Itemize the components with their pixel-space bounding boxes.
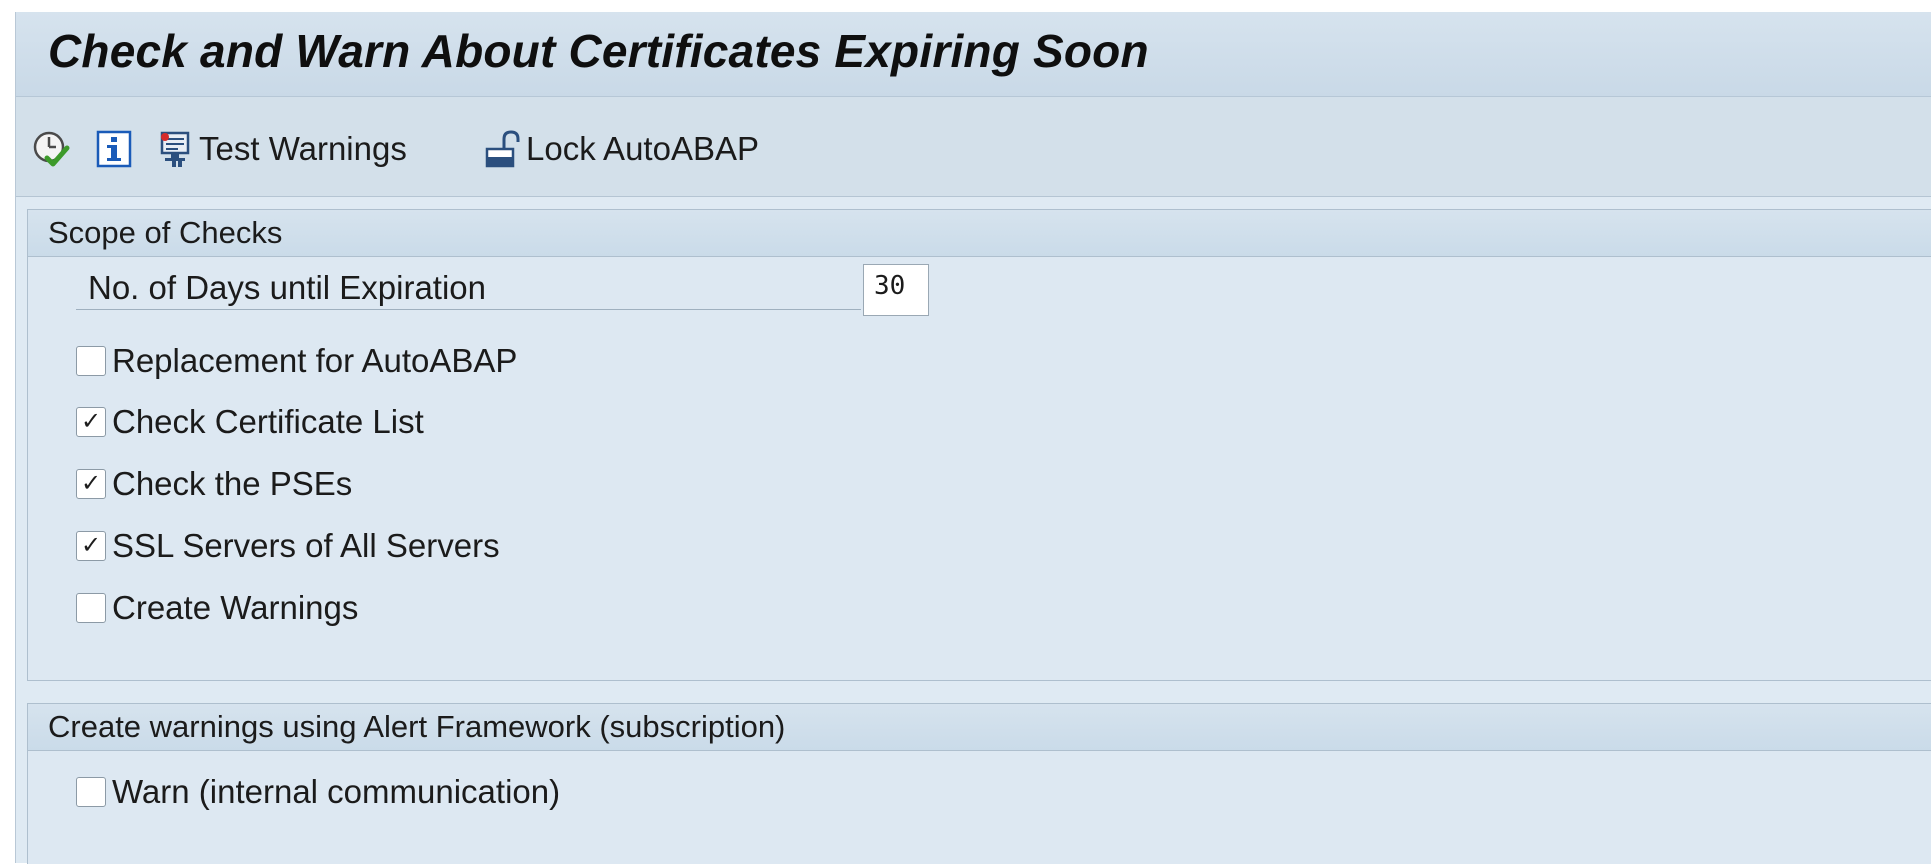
checkbox-row-create-warnings[interactable]: Create Warnings <box>76 588 358 628</box>
group-scope-of-checks: Scope of Checks No. of Days until Expira… <box>27 209 1931 681</box>
application-toolbar: Test Warnings Lock AutoABAP <box>16 97 1931 197</box>
monitor-warning-icon <box>156 129 196 169</box>
checkbox-label: Check Certificate List <box>112 403 424 440</box>
info-button[interactable] <box>94 129 134 169</box>
sap-screen: Check and Warn About Certificates Expiri… <box>15 12 1931 864</box>
checkbox-row-warn-internal[interactable]: Warn (internal communication) <box>76 772 560 812</box>
checkbox-row-replacement-autoabap[interactable]: Replacement for AutoABAP <box>76 341 517 381</box>
test-warnings-button[interactable]: Test Warnings <box>156 129 407 169</box>
checkbox-label: Warn (internal communication) <box>112 773 561 810</box>
group-header-alert: Create warnings using Alert Framework (s… <box>28 704 1931 751</box>
days-until-expiration-input[interactable]: 30 <box>863 264 929 316</box>
checkbox-label: Create Warnings <box>112 589 359 626</box>
padlock-open-icon <box>484 129 524 169</box>
group-header-scope: Scope of Checks <box>28 210 1931 257</box>
checkbox-row-check-pses[interactable]: ✓ Check the PSEs <box>76 464 352 504</box>
checkbox-check-certificate-list[interactable]: ✓ <box>76 407 106 437</box>
execute-button[interactable] <box>31 129 71 169</box>
checkbox-label: SSL Servers of All Servers <box>112 527 500 564</box>
test-warnings-label: Test Warnings <box>199 130 407 167</box>
checkbox-row-ssl-servers[interactable]: ✓ SSL Servers of All Servers <box>76 526 500 566</box>
days-until-expiration-label: No. of Days until Expiration <box>76 266 861 310</box>
checkbox-label: Check the PSEs <box>112 465 353 502</box>
title-bar: Check and Warn About Certificates Expiri… <box>16 12 1931 97</box>
checkbox-warn-internal[interactable] <box>76 777 106 807</box>
checkbox-label: Replacement for AutoABAP <box>112 342 518 379</box>
checkbox-row-check-certificate-list[interactable]: ✓ Check Certificate List <box>76 402 424 442</box>
lock-autoabap-label: Lock AutoABAP <box>526 130 759 167</box>
execute-clock-check-icon <box>31 129 71 169</box>
checkbox-check-pses[interactable]: ✓ <box>76 469 106 499</box>
group-alert-framework: Create warnings using Alert Framework (s… <box>27 703 1931 864</box>
page-title: Check and Warn About Certificates Expiri… <box>48 25 1149 77</box>
checkbox-create-warnings[interactable] <box>76 593 106 623</box>
checkbox-ssl-servers[interactable]: ✓ <box>76 531 106 561</box>
checkbox-replacement-autoabap[interactable] <box>76 346 106 376</box>
info-icon <box>94 129 134 169</box>
lock-autoabap-button[interactable]: Lock AutoABAP <box>484 129 759 169</box>
